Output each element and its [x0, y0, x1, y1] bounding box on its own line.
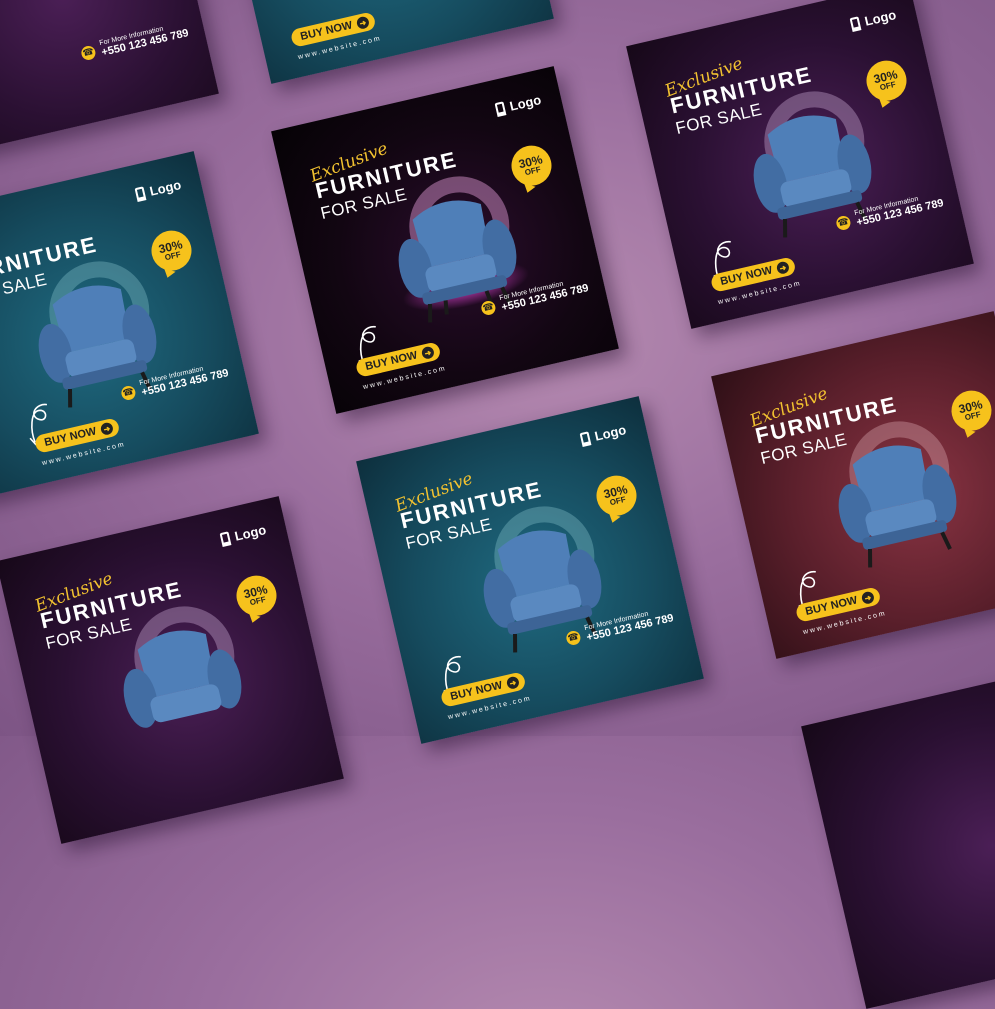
- buy-label: BUY NOW: [299, 19, 354, 43]
- badge-off: OFF: [523, 164, 542, 178]
- logo-text: Logo: [508, 92, 543, 114]
- contact-info: ☎ For More Information +550 123 456 789: [79, 20, 190, 63]
- promo-card-top-right: Logo Exclusive FURNITURE FOR SALE 30% OFF…: [626, 0, 974, 329]
- promo-card-center: Logo Exclusive FURNITURE FOR SALE 30% OFF…: [271, 66, 619, 414]
- discount-badge: 30% OFF: [862, 56, 911, 105]
- chair-logo-icon: [494, 100, 507, 117]
- logo-text: Logo: [148, 177, 183, 199]
- arrow-right-icon: ➜: [99, 421, 115, 436]
- armchair-icon: [838, 445, 957, 568]
- logo-text: Logo: [233, 522, 268, 544]
- badge-off: OFF: [248, 594, 267, 608]
- promo-card-bottom-center: Logo Exclusive FURNITURE FOR SALE 30% OFF…: [356, 396, 704, 744]
- mockup-stage: Logo Exclusive FURNITURE FOR SALE 30% OFF…: [0, 0, 995, 1009]
- badge-off: OFF: [878, 79, 897, 93]
- brand-logo: Logo: [494, 92, 543, 117]
- chair-logo-icon: [579, 430, 592, 447]
- promo-card-top-center: BUY NOW ➜ www.website.com: [206, 0, 554, 84]
- phone-icon: ☎: [834, 214, 852, 231]
- promo-card-bottom-left: Logo Exclusive FURNITURE FOR SALE 30% OFF: [0, 496, 344, 844]
- discount-badge: 30% OFF: [147, 226, 196, 275]
- brand-logo: Logo: [849, 7, 898, 32]
- arrow-right-icon: ➜: [355, 15, 371, 30]
- logo-text: Logo: [593, 422, 628, 444]
- chair-logo-icon: [219, 530, 232, 547]
- phone-icon: ☎: [79, 44, 97, 61]
- arrow-right-icon: ➜: [420, 345, 436, 360]
- chair-logo-icon: [849, 15, 862, 32]
- discount-badge: 30% OFF: [592, 471, 641, 520]
- promo-card-right: Exclusive FURNITURE FOR SALE 30% OFF BUY …: [711, 311, 995, 659]
- badge-off: OFF: [963, 409, 982, 423]
- discount-badge: 30% OFF: [232, 571, 281, 620]
- badge-off: OFF: [608, 494, 627, 508]
- discount-badge: 30% OFF: [507, 141, 556, 190]
- arrow-right-icon: ➜: [775, 260, 791, 275]
- discount-badge: 30% OFF: [947, 386, 995, 435]
- promo-card-left: Logo FURNITURE FOR SALE 30%OFF ☎ For Mor…: [0, 151, 259, 499]
- chair-logo-icon: [134, 185, 147, 202]
- brand-logo: Logo: [579, 422, 628, 447]
- brand-logo: Logo: [219, 522, 268, 547]
- promo-card-top-left: ☎ For More Information +550 123 456 789: [0, 0, 219, 159]
- phone-icon: ☎: [119, 384, 137, 401]
- brand-logo: Logo: [134, 177, 183, 202]
- phone-icon: ☎: [564, 629, 582, 646]
- logo-text: Logo: [863, 7, 898, 29]
- promo-card-bottom-right: [801, 661, 995, 1009]
- armchair-icon: [123, 630, 242, 728]
- phone-icon: ☎: [479, 299, 497, 316]
- badge-off: OFF: [163, 249, 182, 263]
- arrow-right-icon: ➜: [505, 675, 521, 690]
- arrow-right-icon: ➜: [860, 590, 876, 605]
